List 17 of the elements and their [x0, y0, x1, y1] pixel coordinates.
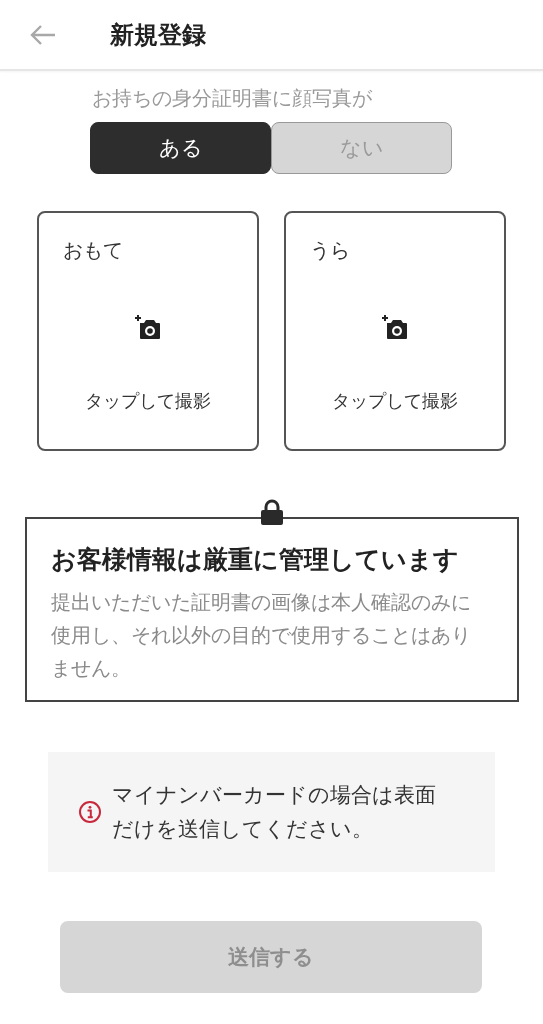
page-title: 新規登録: [110, 19, 206, 51]
back-arrow-icon: [29, 23, 56, 46]
add-camera-icon: [134, 313, 162, 341]
side-label: うら: [310, 237, 350, 264]
info-icon: [78, 800, 102, 824]
option-button[interactable]: ある: [90, 122, 271, 174]
lock-icon: [259, 498, 285, 526]
side-label: おもて: [63, 237, 123, 264]
security-text: 提出いただいた証明書の画像は本人確認のみに使用し、それ以外の目的で使用することはありません。: [51, 589, 472, 682]
notice-text: マイナンバーカードの場合は表面だけを送信してください。: [112, 782, 437, 843]
tap-to-shoot-text: タップして撮影: [85, 389, 211, 413]
question-text: お持ちの身分証明書に顔写真が: [92, 85, 372, 112]
photo-upload-card[interactable]: おもて タップして撮影: [37, 211, 259, 451]
add-camera-icon: [381, 313, 409, 341]
tap-to-shoot-text: タップして撮影: [332, 389, 458, 413]
photo-upload-card[interactable]: うら タップして撮影: [284, 211, 506, 451]
security-title: お客様情報は厳重に管理しています: [51, 544, 460, 576]
